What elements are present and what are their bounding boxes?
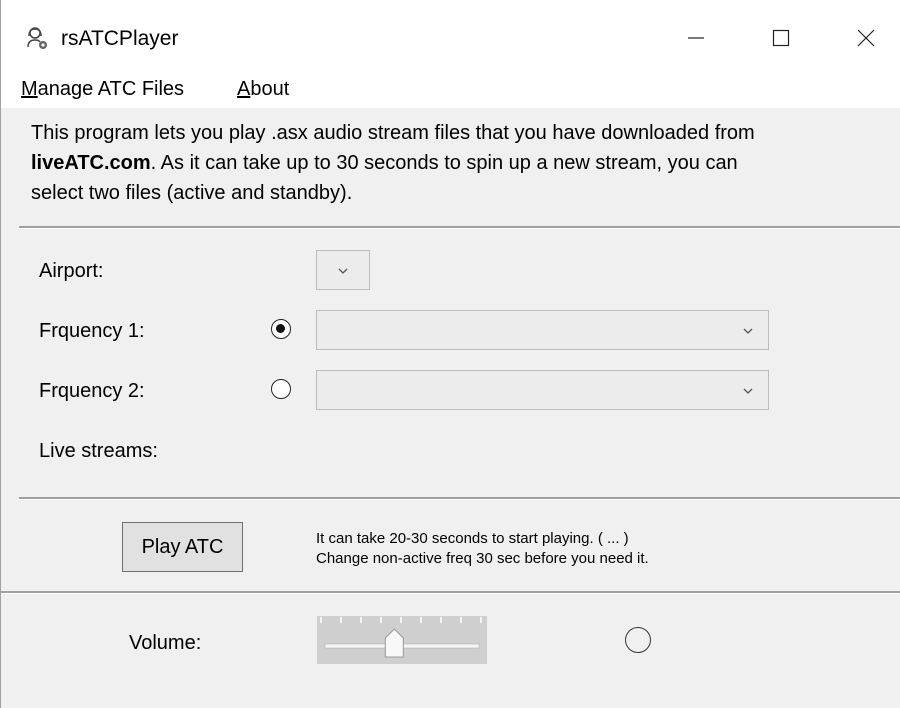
- volume-slider[interactable]: [317, 616, 487, 664]
- frequency-2-dropdown[interactable]: [316, 370, 769, 410]
- close-icon: [856, 28, 876, 53]
- app-window: rsATCPlayer Manage ATC Files About This …: [0, 0, 900, 708]
- volume-slider-thumb[interactable]: [384, 628, 404, 658]
- intro-text: This program lets you play .asx audio st…: [31, 118, 897, 208]
- minimize-icon: [686, 28, 706, 53]
- live-streams-label: Live streams:: [39, 440, 158, 462]
- window-title: rsATCPlayer: [61, 27, 179, 50]
- liveatc-link-text: liveATC.com: [31, 152, 151, 174]
- chevron-down-icon: [742, 384, 754, 396]
- menu-manage-atc-files[interactable]: Manage ATC Files: [21, 78, 184, 101]
- intro-line-1: This program lets you play .asx audio st…: [31, 122, 755, 144]
- intro-line-3: select two files (active and standby).: [31, 182, 353, 204]
- frequency-2-radio[interactable]: [271, 379, 291, 399]
- radio-selected-dot: [276, 324, 285, 333]
- frequency-1-dropdown[interactable]: [316, 310, 769, 350]
- chevron-down-icon: [742, 324, 754, 336]
- close-button[interactable]: [836, 18, 896, 62]
- separator: [19, 497, 900, 500]
- minimize-button[interactable]: [666, 18, 726, 62]
- airport-dropdown[interactable]: [316, 250, 370, 290]
- play-atc-button[interactable]: Play ATC: [122, 522, 243, 572]
- volume-label: Volume:: [129, 632, 202, 654]
- headset-icon: [25, 26, 49, 50]
- intro-line-2: liveATC.com. As it can take up to 30 sec…: [31, 152, 738, 174]
- frequency-2-label: Frquency 2:: [39, 380, 145, 402]
- separator: [19, 226, 900, 229]
- frequency-1-radio[interactable]: [271, 319, 291, 339]
- separator: [1, 591, 900, 594]
- maximize-button[interactable]: [751, 18, 811, 62]
- volume-slider-graphic: [320, 617, 482, 658]
- menu-bar: Manage ATC Files About: [1, 72, 900, 108]
- title-bar[interactable]: rsATCPlayer: [1, 0, 900, 72]
- menu-about[interactable]: About: [237, 78, 289, 101]
- frequency-1-label: Frquency 1:: [39, 320, 145, 342]
- play-help-text: It can take 20-30 seconds to start playi…: [316, 530, 649, 567]
- stream-status-indicator: [625, 627, 651, 653]
- chevron-down-icon: [337, 264, 349, 276]
- airport-label: Airport:: [39, 260, 104, 282]
- maximize-icon: [771, 28, 791, 53]
